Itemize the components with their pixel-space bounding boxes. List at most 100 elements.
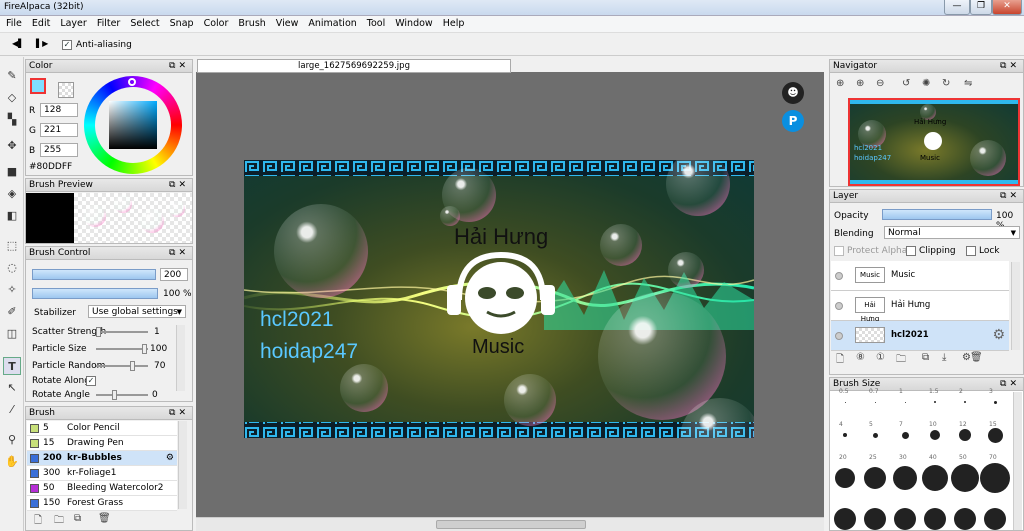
- panel-controls-icon[interactable]: ⧉✕: [169, 60, 189, 72]
- dot-tool-icon[interactable]: ▚: [3, 111, 21, 129]
- brush-size-dot[interactable]: [954, 508, 976, 530]
- rotate-right-icon[interactable]: ↻: [942, 78, 950, 89]
- brush-item[interactable]: 50 Bleeding Watercolor2: [27, 481, 177, 496]
- zoom-out-icon[interactable]: ⊖: [876, 78, 884, 89]
- bucket-tool-icon[interactable]: ◈: [3, 185, 21, 203]
- brush-size-dot[interactable]: [951, 464, 979, 492]
- rotate-along-checkbox[interactable]: ✓: [86, 376, 96, 386]
- menu-item-select[interactable]: Select: [124, 16, 163, 29]
- duplicate-brush-icon[interactable]: ⧉: [74, 513, 81, 524]
- menu-item-edit[interactable]: Edit: [26, 16, 54, 29]
- text-tool-icon[interactable]: T: [3, 357, 21, 375]
- menu-item-animation[interactable]: Animation: [302, 16, 360, 29]
- lock-checkbox[interactable]: [966, 246, 976, 256]
- zoom-in-icon[interactable]: ⊕: [836, 78, 844, 89]
- particle-random-slider[interactable]: [96, 361, 148, 371]
- scatter-slider[interactable]: [96, 327, 148, 337]
- brush-item[interactable]: 300 kr-Foliage1: [27, 466, 177, 481]
- brush-item[interactable]: 150 Forest Grass: [27, 496, 177, 511]
- particle-size-slider[interactable]: [96, 344, 148, 354]
- menu-item-snap[interactable]: Snap: [164, 16, 198, 29]
- pen-tool-icon[interactable]: ✎: [3, 67, 21, 85]
- gradient-tool-icon[interactable]: ◧: [3, 207, 21, 225]
- new-1bit-layer-icon[interactable]: ①: [876, 352, 885, 363]
- artwork[interactable]: Hải Hưng Music hcl2021 hoidap247: [244, 160, 754, 438]
- brush-size-dot[interactable]: [984, 508, 1006, 530]
- new-layer-icon[interactable]: 🗋: [836, 352, 844, 369]
- brush-size-dot[interactable]: [980, 463, 1010, 493]
- antialias-checkbox[interactable]: ✓: [62, 40, 72, 50]
- brush-item[interactable]: 5 Color Pencil: [27, 421, 177, 436]
- brush-size-dot[interactable]: [864, 508, 886, 530]
- brush-size-dot[interactable]: [959, 429, 971, 441]
- panel-controls-icon[interactable]: ⧉✕: [1000, 60, 1020, 72]
- hand-tool-icon[interactable]: ✋: [3, 453, 21, 471]
- brush-size-dot[interactable]: [964, 401, 966, 403]
- brush-size-dot[interactable]: [843, 433, 847, 437]
- document-tab[interactable]: large_1627569692259.jpg: [197, 59, 511, 73]
- brush-size-dot[interactable]: [872, 432, 878, 438]
- brush-size-dot[interactable]: [987, 427, 1003, 443]
- brush-size-dot[interactable]: [922, 465, 948, 491]
- panel-controls-icon[interactable]: ⧉✕: [169, 179, 189, 191]
- brush-size-dot[interactable]: [864, 467, 886, 489]
- clipping-checkbox[interactable]: [906, 246, 916, 256]
- folder-icon[interactable]: 🗀: [54, 513, 64, 530]
- foreground-color-swatch[interactable]: [30, 78, 46, 94]
- brush-control-scrollbar[interactable]: [176, 325, 185, 391]
- navigator-thumbnail[interactable]: Hải Hưng Music hcl2021 hoidap247: [848, 98, 1020, 186]
- horizontal-scrollbar[interactable]: [196, 517, 824, 531]
- gear-icon[interactable]: ⚙: [166, 451, 174, 466]
- layer-row[interactable]: Music Music: [831, 261, 1009, 291]
- merge-layer-icon[interactable]: ⤓: [942, 352, 946, 363]
- eyedropper-icon[interactable]: ⚲: [3, 431, 21, 449]
- select-eraser-icon[interactable]: ◫: [3, 325, 21, 343]
- menu-item-view[interactable]: View: [270, 16, 303, 29]
- panel-controls-icon[interactable]: ⧉✕: [169, 247, 189, 259]
- menu-item-help[interactable]: Help: [437, 16, 469, 29]
- brush-opacity-bar[interactable]: [32, 288, 158, 299]
- new-8bit-layer-icon[interactable]: ⑧: [856, 352, 865, 363]
- new-brush-icon[interactable]: 🗋: [34, 513, 42, 530]
- close-button[interactable]: ✕: [992, 0, 1022, 15]
- brush-size-dot[interactable]: [894, 508, 916, 530]
- layer-folder-icon[interactable]: 🗀: [896, 352, 906, 369]
- menu-item-filter[interactable]: Filter: [91, 16, 125, 29]
- reset-rotation-icon[interactable]: ✺: [922, 78, 930, 89]
- next-frame-icon[interactable]: ▌▶: [36, 39, 48, 48]
- brush-size-dot[interactable]: [993, 400, 997, 404]
- panel-controls-icon[interactable]: ⧉✕: [1000, 190, 1020, 202]
- visibility-icon[interactable]: [835, 272, 843, 280]
- visibility-icon[interactable]: [835, 332, 843, 340]
- divide-tool-icon[interactable]: ⁄: [3, 401, 21, 419]
- operation-tool-icon[interactable]: ↖: [3, 379, 21, 397]
- layer-row[interactable]: Hải Hưng Hải Hưng: [831, 291, 1009, 323]
- duplicate-layer-icon[interactable]: ⧉: [922, 352, 929, 363]
- menu-item-layer[interactable]: Layer: [54, 16, 91, 29]
- brush-size-dot[interactable]: [834, 508, 856, 530]
- r-input[interactable]: 128: [40, 103, 78, 117]
- blending-select[interactable]: Normal ▼: [884, 226, 1020, 239]
- panel-controls-icon[interactable]: ⧉✕: [169, 407, 189, 419]
- protect-alpha-checkbox[interactable]: [834, 246, 844, 256]
- panel-controls-icon[interactable]: ⧉✕: [1000, 378, 1020, 390]
- brush-size-dot[interactable]: [893, 466, 917, 490]
- brush-size-dot[interactable]: [844, 401, 846, 403]
- prev-frame-icon[interactable]: ◀▌: [12, 39, 24, 48]
- brush-size-dot[interactable]: [934, 401, 936, 403]
- brush-size-value[interactable]: 200: [160, 268, 188, 281]
- saturation-value-square[interactable]: [109, 101, 157, 149]
- select-tool-icon[interactable]: ⬚: [3, 237, 21, 255]
- brush-item[interactable]: 200 kr-Bubbles ⚙: [27, 451, 177, 466]
- select-pen-icon[interactable]: ✐: [3, 303, 21, 321]
- menu-item-tool[interactable]: Tool: [361, 16, 389, 29]
- brush-size-dot[interactable]: [924, 508, 946, 530]
- brush-size-dot[interactable]: [874, 401, 876, 403]
- stabilizer-select[interactable]: Use global settings ▼: [88, 305, 186, 318]
- magic-wand-icon[interactable]: ✧: [3, 281, 21, 299]
- g-input[interactable]: 221: [40, 123, 78, 137]
- brush-size-dot[interactable]: [930, 430, 940, 440]
- layer-opacity-bar[interactable]: [882, 209, 992, 220]
- fill-tool-icon[interactable]: ■: [3, 163, 21, 181]
- hue-ring[interactable]: [84, 76, 182, 174]
